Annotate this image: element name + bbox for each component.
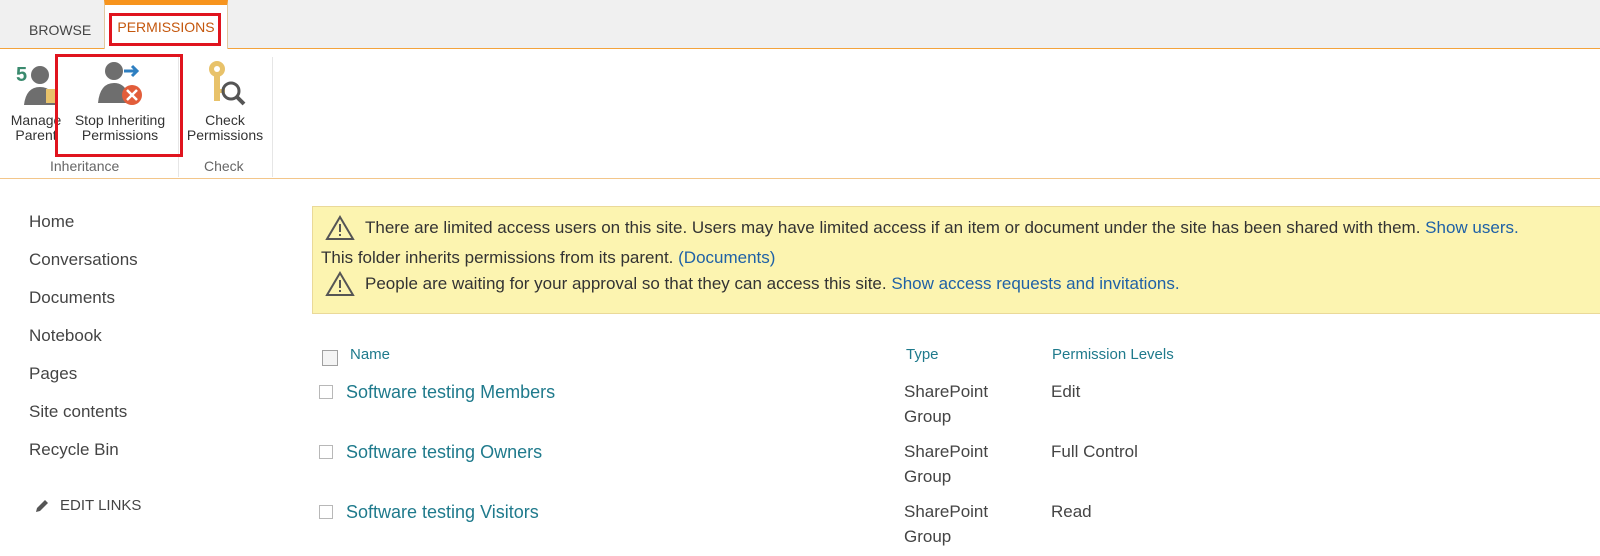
row-type-line1: SharePoint [904,442,989,461]
pencil-icon [36,499,48,512]
status-row-inherits: This folder inherits permissions from it… [321,248,775,268]
ribbon: 5 Manage Parent Stop Inheriting Permissi… [0,49,1600,179]
nav-item-recycle-bin[interactable]: Recycle Bin [29,440,138,478]
row-type-line2: Group [904,527,952,546]
row-type: SharePoint Group [904,499,1024,549]
group-separator [272,57,273,177]
edit-links-label: EDIT LINKS [60,497,142,514]
nav-item-documents[interactable]: Documents [29,288,138,326]
check-permissions-label-2: Permissions [186,127,264,143]
group-link-members[interactable]: Software testing Members [346,382,555,403]
row-permission-level: Read [1051,502,1092,521]
check-permissions-label-1: Check [205,112,245,128]
status-bar: There are limited access users on this s… [312,206,1600,314]
status-text-inherits: This folder inherits permissions from it… [321,248,674,267]
nav-item-conversations[interactable]: Conversations [29,250,138,288]
show-access-requests-link[interactable]: Show access requests and invitations. [891,274,1179,294]
manage-parent-icon: 5 [16,64,56,105]
nav-item-home[interactable]: Home [29,212,138,250]
nav-item-site-contents[interactable]: Site contents [29,402,138,440]
highlight-box-permissions-tab [109,13,221,46]
row-checkbox[interactable] [319,505,333,519]
check-permissions-button[interactable]: Check Permissions [182,59,268,143]
quick-launch-nav: Home Conversations Documents Notebook Pa… [29,212,138,478]
row-type-line2: Group [904,467,952,486]
row-type-line2: Group [904,407,952,426]
group-link-owners[interactable]: Software testing Owners [346,442,542,463]
ribbon-tab-bar: BROWSE PERMISSIONS [0,0,1600,50]
documents-parent-link[interactable]: (Documents) [678,248,775,268]
edit-links-button[interactable]: EDIT LINKS [34,497,141,514]
row-type-line1: SharePoint [904,382,989,401]
column-header-permission-levels[interactable]: Permission Levels [1052,346,1174,363]
row-type: SharePoint Group [904,379,1024,429]
group-link-visitors[interactable]: Software testing Visitors [346,502,539,523]
status-row-limited-access: There are limited access users on this s… [325,215,1519,241]
status-text-approval: People are waiting for your approval so … [365,274,887,293]
column-header-name[interactable]: Name [350,346,390,363]
row-permission-level: Edit [1051,382,1081,401]
tab-browse[interactable]: BROWSE [29,0,91,49]
nav-item-notebook[interactable]: Notebook [29,326,138,364]
column-header-type[interactable]: Type [906,346,939,363]
row-checkbox[interactable] [319,445,333,459]
row-checkbox[interactable] [319,385,333,399]
warning-icon [325,271,355,296]
highlight-box-stop-inheriting [55,54,183,157]
group-label-check: Check [204,158,244,174]
check-permissions-key-icon [209,61,246,106]
svg-text:5: 5 [16,64,27,86]
nav-item-pages[interactable]: Pages [29,364,138,402]
status-row-approval: People are waiting for your approval so … [325,271,1180,297]
status-text-limited-access: There are limited access users on this s… [365,218,1421,237]
row-type-line1: SharePoint [904,502,989,521]
group-label-inheritance: Inheritance [50,158,120,174]
row-type: SharePoint Group [904,439,1024,489]
select-all-checkbox[interactable] [322,350,338,366]
row-permission-level: Full Control [1051,442,1138,461]
show-users-link[interactable]: Show users. [1425,218,1519,238]
warning-icon [325,215,355,240]
